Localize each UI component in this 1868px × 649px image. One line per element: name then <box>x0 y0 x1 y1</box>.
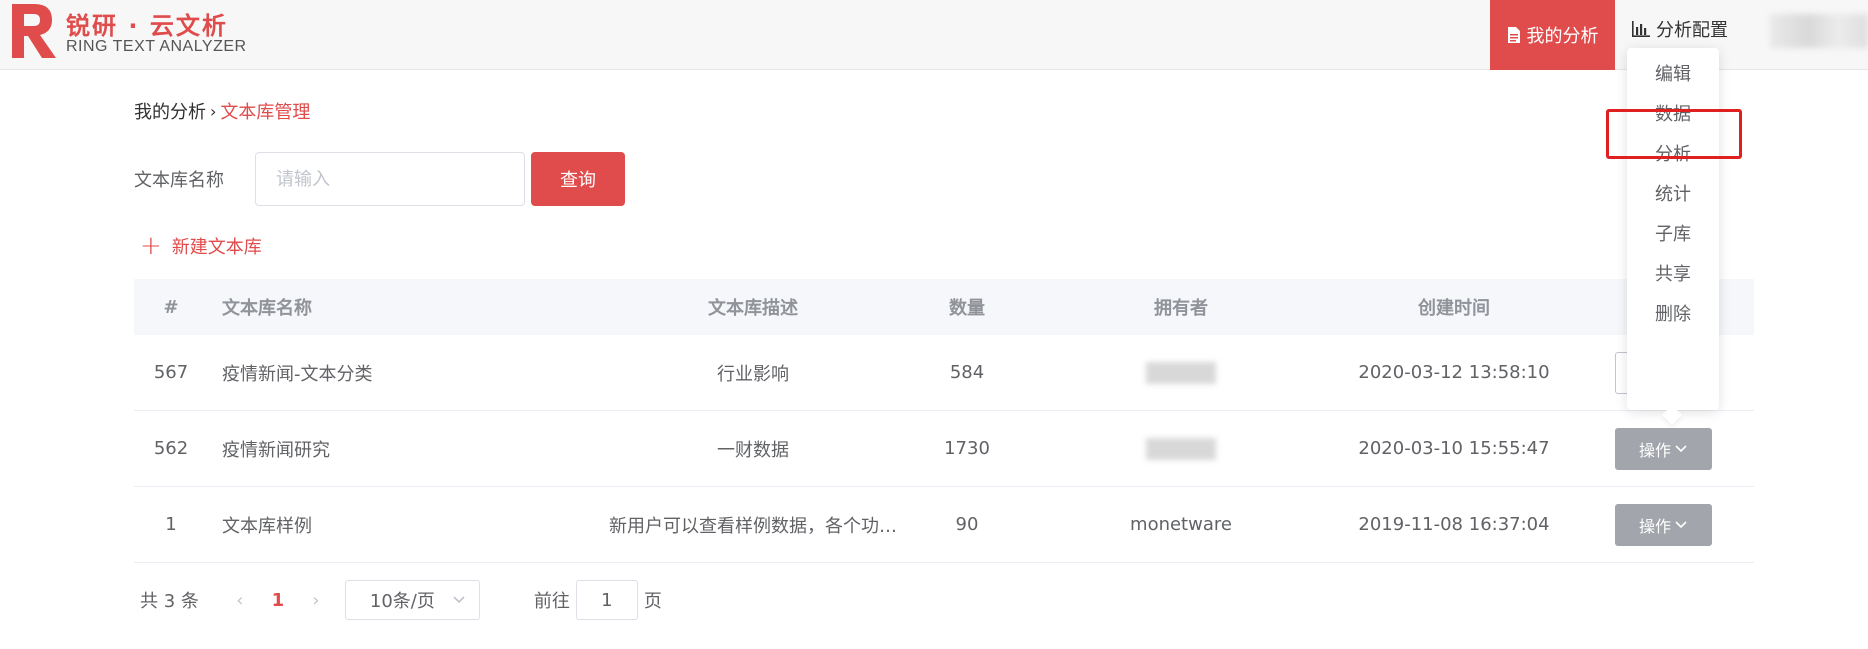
cell-time: 2020-03-12 13:58:10 <box>1358 362 1550 383</box>
bar-chart-icon <box>1632 21 1650 37</box>
table-header: # 文本库名称 文本库描述 数量 拥有者 创建时间 <box>134 279 1754 335</box>
menu-item-edit[interactable]: 编辑 <box>1627 60 1719 86</box>
logo-r-icon <box>12 4 56 58</box>
cell-id: 562 <box>153 438 189 459</box>
header-time: 创建时间 <box>1418 298 1490 319</box>
menu-item-delete[interactable]: 删除 <box>1627 300 1719 326</box>
cell-owner <box>1026 411 1336 486</box>
chevron-down-icon <box>1675 520 1687 528</box>
operation-dropdown-menu: 编辑 数据 分析 统计 子库 共享 删除 <box>1627 48 1719 410</box>
cell-owner <box>1026 335 1336 410</box>
header-owner: 拥有者 <box>1154 298 1208 319</box>
operation-button[interactable]: 操作 <box>1614 503 1712 546</box>
cell-name[interactable]: 疫情新闻研究 <box>208 436 598 462</box>
new-library-label: 新建文本库 <box>171 237 262 258</box>
pagination-total: 共 3 条 <box>140 591 199 612</box>
logo[interactable]: 锐研 · 云文析 RING TEXT ANALYZER <box>8 0 258 70</box>
breadcrumb: 我的分析 › 文本库管理 <box>134 98 310 124</box>
chevron-down-icon <box>1675 444 1687 452</box>
goto-suffix: 页 <box>643 591 662 612</box>
cell-time: 2019-11-08 16:37:04 <box>1358 514 1550 535</box>
header-id: # <box>163 296 179 318</box>
library-table: # 文本库名称 文本库描述 数量 拥有者 创建时间 567 疫情新闻-文本分类 … <box>134 279 1754 563</box>
operation-label: 操作 <box>1638 440 1671 460</box>
table-row: 1 文本库样例 新用户可以查看样例数据，各个功… 90 monetware 20… <box>134 487 1754 563</box>
goto-label: 前往 <box>533 591 570 612</box>
cell-id: 1 <box>165 514 177 535</box>
logo-title-en: RING TEXT ANALYZER <box>66 38 247 55</box>
nav-analysis-config-label: 分析配置 <box>1656 20 1728 41</box>
document-icon <box>1507 27 1520 43</box>
cell-desc: 新用户可以查看样例数据，各个功… <box>609 515 897 537</box>
top-header: 锐研 · 云文析 RING TEXT ANALYZER 我的分析 分析配置 <box>0 0 1868 70</box>
logo-title-cn: 锐研 · 云文析 <box>66 12 228 40</box>
nav-my-analysis-label: 我的分析 <box>1526 26 1599 47</box>
menu-item-statistics[interactable]: 统计 <box>1627 180 1719 206</box>
owner-blurred <box>1146 361 1216 384</box>
breadcrumb-home[interactable]: 我的分析 <box>134 98 206 124</box>
operation-button[interactable]: 操作 <box>1614 427 1712 470</box>
cell-owner: monetware <box>1130 514 1232 535</box>
breadcrumb-current: 文本库管理 <box>220 102 311 123</box>
annotation-highlight-box <box>1606 109 1742 159</box>
prev-page-icon[interactable]: ‹ <box>225 590 255 611</box>
cell-name[interactable]: 疫情新闻-文本分类 <box>208 360 598 386</box>
cell-op: 操作 <box>1572 503 1754 546</box>
cell-count: 584 <box>949 362 985 383</box>
page-goto: 前往 页 <box>534 580 662 620</box>
goto-page-input[interactable] <box>575 580 638 620</box>
menu-item-sublibrary[interactable]: 子库 <box>1627 220 1719 246</box>
header-count: 数量 <box>949 298 985 319</box>
new-library-button[interactable]: + 新建文本库 <box>140 233 262 259</box>
cell-op: 操作 <box>1572 427 1754 470</box>
search-label: 文本库名称 <box>134 170 224 191</box>
table-row: 562 疫情新闻研究 一财数据 1730 2020-03-10 15:55:47… <box>134 411 1754 487</box>
library-name-input[interactable] <box>255 152 525 206</box>
plus-icon: + <box>140 231 162 261</box>
page-size-select[interactable]: 10条/页 <box>344 580 480 620</box>
header-desc: 文本库描述 <box>708 298 798 319</box>
nav-my-analysis[interactable]: 我的分析 <box>1490 0 1615 70</box>
cell-time: 2020-03-10 15:55:47 <box>1358 438 1550 459</box>
pagination: 共 3 条 ‹ 1 › 10条/页 前往 页 <box>140 580 662 620</box>
cell-count: 90 <box>955 514 979 535</box>
query-button[interactable]: 查询 <box>531 152 625 206</box>
header-name: 文本库名称 <box>222 298 312 319</box>
next-page-icon[interactable]: › <box>301 590 331 611</box>
user-avatar-blurred[interactable] <box>1770 14 1868 48</box>
cell-desc: 行业影响 <box>717 363 789 385</box>
cell-id: 567 <box>153 362 189 383</box>
cell-count: 1730 <box>944 438 990 459</box>
cell-desc: 一财数据 <box>717 439 789 461</box>
page-number-current[interactable]: 1 <box>255 590 301 611</box>
page-size-value: 10条/页 <box>369 591 435 612</box>
chevron-down-icon <box>453 596 465 604</box>
cell-name[interactable]: 文本库样例 <box>208 512 598 538</box>
operation-label: 操作 <box>1638 516 1671 536</box>
owner-blurred <box>1146 437 1216 460</box>
chevron-right-icon: › <box>210 101 217 121</box>
table-row: 567 疫情新闻-文本分类 行业影响 584 2020-03-12 13:58:… <box>134 335 1754 411</box>
menu-item-share[interactable]: 共享 <box>1627 260 1719 286</box>
